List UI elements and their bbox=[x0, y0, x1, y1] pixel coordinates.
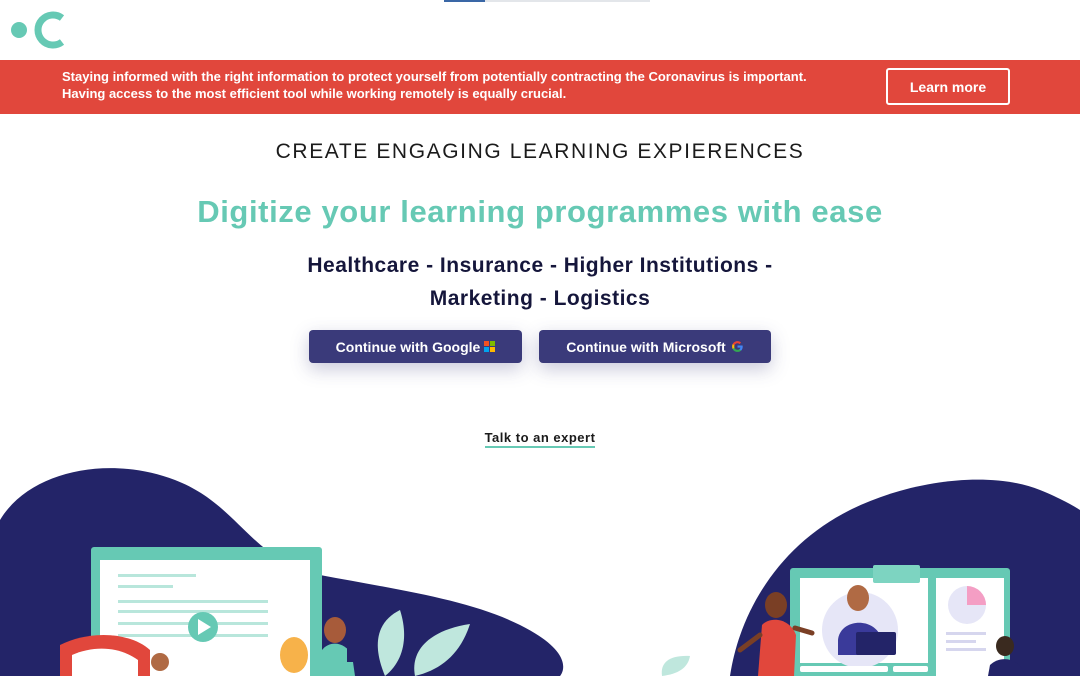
microsoft-logo-icon bbox=[484, 341, 496, 352]
industries-line-1: Healthcare - Insurance - Higher Institut… bbox=[307, 254, 773, 277]
top-bar bbox=[0, 0, 1080, 60]
industries-line-2: Marketing - Logistics bbox=[429, 287, 651, 310]
industries-list: Healthcare - Insurance - Higher Institut… bbox=[240, 249, 840, 315]
hero-illustration bbox=[0, 468, 1080, 676]
talk-to-expert-label[interactable]: Talk to an expert bbox=[484, 430, 596, 448]
continue-with-google-button[interactable]: Continue with Google bbox=[309, 330, 522, 363]
brand-logo[interactable] bbox=[10, 10, 80, 50]
hero-eyebrow: CREATE ENGAGING LEARNING EXPIERENCES bbox=[275, 140, 805, 163]
laptop-icon bbox=[856, 632, 896, 655]
talk-to-expert-link[interactable]: Talk to an expert bbox=[0, 430, 1080, 448]
banner-message: Staying informed with the right informat… bbox=[62, 69, 807, 101]
hero-headline: Digitize your learning programmes with e… bbox=[197, 194, 883, 229]
video-call-monitor-illustration bbox=[790, 565, 1010, 676]
covid-announcement-banner: Staying informed with the right informat… bbox=[0, 60, 1080, 114]
continue-with-google-label: Continue with Google bbox=[335, 338, 481, 355]
speech-bubble-icon bbox=[873, 565, 920, 583]
learn-more-button[interactable]: Learn more bbox=[886, 68, 1010, 105]
continue-with-microsoft-label: Continue with Microsoft bbox=[566, 338, 726, 355]
page-load-progress-fill bbox=[444, 0, 486, 2]
bulb-illustration bbox=[280, 637, 308, 673]
continue-with-microsoft-button[interactable]: Continue with Microsoft bbox=[539, 330, 771, 363]
google-g-icon bbox=[731, 341, 743, 352]
page-load-progress bbox=[444, 0, 650, 2]
